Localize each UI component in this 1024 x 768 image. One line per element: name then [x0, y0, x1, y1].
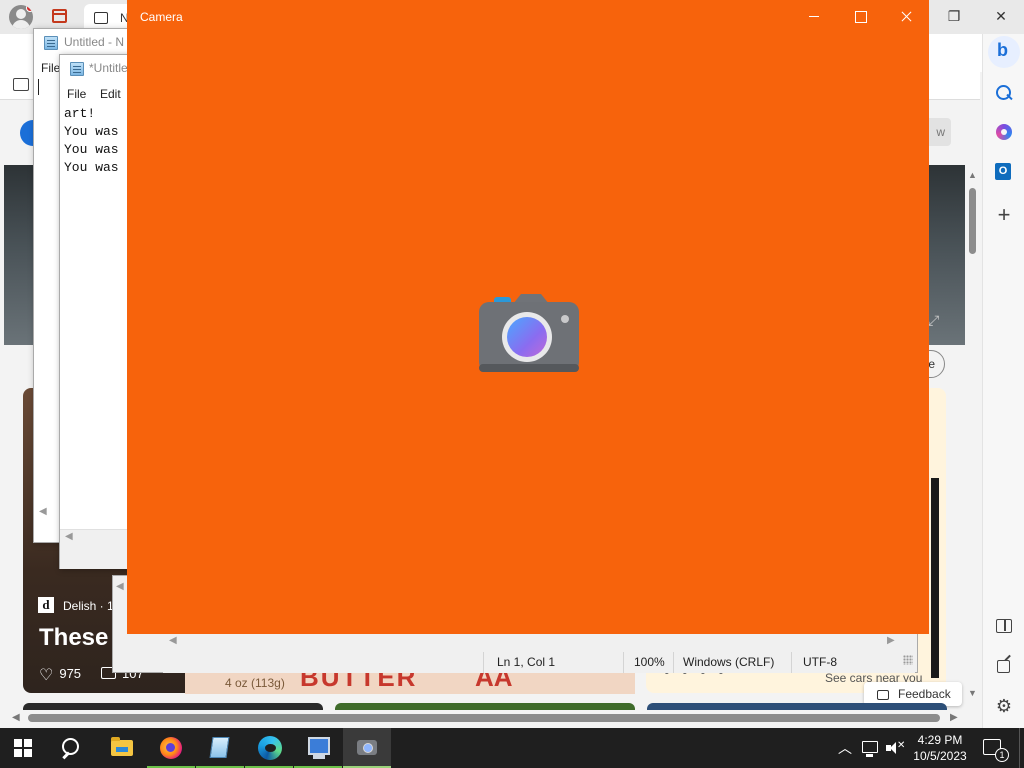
menu-file[interactable]: File: [41, 61, 60, 75]
taskbar-edge[interactable]: [245, 728, 293, 768]
horizontal-scrollbar[interactable]: ◀ ▶: [0, 710, 965, 726]
taskbar-camera[interactable]: [343, 728, 391, 768]
scroll-right-arrow-icon[interactable]: ▶: [887, 635, 895, 646]
bing-letter: b: [997, 40, 1008, 60]
zoom-level: 100%: [634, 655, 665, 669]
taskbar: ︿ ✕ 4:29 PM 10/5/2023 1: [0, 728, 1024, 768]
card-image-strip: 4 oz (113g) BUTTER AA: [185, 672, 635, 694]
vertical-scrollbar[interactable]: ▲ ▼: [965, 168, 981, 703]
line-ending: Windows (CRLF): [683, 655, 775, 669]
card-source[interactable]: Delish · 1: [63, 599, 114, 613]
tab-actions-icon[interactable]: [52, 9, 67, 23]
open-external-icon[interactable]: [992, 654, 1016, 678]
text-line: You was: [64, 142, 119, 157]
maximize-button[interactable]: [837, 0, 883, 32]
notification-dot: [26, 5, 33, 12]
restore-icon[interactable]: ❐: [939, 6, 969, 26]
taskbar-firefox[interactable]: [147, 728, 195, 768]
cursor-position: Ln 1, Col 1: [497, 655, 556, 669]
close-icon[interactable]: ✕: [986, 6, 1016, 26]
card-strip-tail: AA: [475, 672, 513, 692]
notepad-icon: [209, 737, 230, 758]
taskbar-file-explorer[interactable]: [98, 728, 146, 768]
scroll-left-arrow-icon[interactable]: ◀: [12, 710, 20, 726]
split-screen-icon[interactable]: [992, 614, 1016, 638]
folder-icon[interactable]: [13, 78, 29, 91]
source-logo-icon: d: [38, 597, 54, 613]
card-strip-sub: 4 oz (113g): [225, 676, 285, 690]
scroll-left-arrow-icon[interactable]: ◀: [116, 581, 124, 592]
notepad-icon: [70, 62, 84, 76]
like-count: 975: [59, 666, 82, 681]
folder-icon: [111, 737, 133, 756]
edge-icon: [258, 736, 282, 760]
text-line: You was: [64, 124, 119, 139]
background-window-titlebar: ❐ ✕: [929, 0, 1007, 34]
show-hidden-icons-chevron-icon[interactable]: ︿: [838, 738, 852, 768]
tab-page-icon: [94, 12, 108, 24]
start-button[interactable]: [14, 739, 32, 757]
notepad-titlebar[interactable]: Untitled - N: [34, 29, 142, 57]
search-icon[interactable]: [992, 82, 1016, 106]
horizontal-scrollbar[interactable]: ◀ ▶: [163, 633, 913, 650]
scroll-left-arrow-icon[interactable]: ◀: [169, 635, 177, 646]
card-right-image: [931, 478, 939, 678]
encoding: UTF-8: [803, 655, 837, 669]
notepad-icon: [44, 36, 58, 50]
status-separator: [623, 652, 624, 673]
notepad-title: Untitled - N: [64, 35, 125, 49]
camera-window[interactable]: Camera: [127, 0, 929, 634]
edge-sidebar: b + ⚙: [982, 34, 1024, 728]
text-line: You was: [64, 160, 119, 175]
search-icon[interactable]: [60, 737, 84, 761]
status-separator: [483, 652, 484, 673]
profile-icon[interactable]: [9, 5, 33, 29]
scroll-down-arrow-icon[interactable]: ▼: [968, 688, 977, 698]
computer-icon: [308, 737, 330, 759]
add-icon[interactable]: +: [992, 204, 1016, 228]
camera-logo-icon: [479, 294, 579, 372]
notepad-title: *Untitle: [89, 61, 128, 75]
muted-icon: ✕: [897, 740, 906, 751]
scroll-left-arrow-icon[interactable]: ◀: [65, 531, 73, 542]
copilot-icon[interactable]: [992, 120, 1016, 144]
settings-icon[interactable]: ⚙: [992, 694, 1016, 718]
outlook-icon[interactable]: [992, 160, 1016, 184]
camera-title: Camera: [140, 10, 183, 24]
bing-icon[interactable]: b: [988, 36, 1020, 68]
menu-edit[interactable]: Edit: [100, 87, 121, 101]
status-separator: [791, 652, 792, 673]
notification-badge: 1: [995, 748, 1009, 762]
clock-date: 10/5/2023: [913, 749, 967, 763]
scroll-left-arrow-icon[interactable]: ◀: [39, 506, 47, 517]
heart-icon[interactable]: ♡: [39, 667, 53, 684]
status-separator: [673, 652, 674, 673]
expand-icon[interactable]: ⤢: [928, 312, 939, 329]
show-desktop-button[interactable]: [1019, 728, 1020, 768]
text-caret: [38, 79, 39, 95]
firefox-icon: [160, 737, 182, 759]
card-strip-word: BUTTER: [300, 672, 418, 692]
notepad-text-area[interactable]: art! You was You was You was: [64, 105, 119, 177]
scroll-right-arrow-icon[interactable]: ▶: [950, 710, 958, 726]
scroll-up-arrow-icon[interactable]: ▲: [968, 170, 977, 180]
resize-grip-icon[interactable]: [903, 655, 913, 665]
scrollbar-thumb[interactable]: [969, 188, 976, 254]
scrollbar-thumb[interactable]: [28, 714, 940, 722]
camera-icon: [357, 740, 377, 755]
menu-file[interactable]: File: [67, 87, 86, 101]
minimize-button[interactable]: [791, 0, 837, 32]
text-line: art!: [64, 106, 96, 121]
taskbar-notepad[interactable]: [196, 728, 244, 768]
close-button[interactable]: [883, 0, 929, 32]
network-icon[interactable]: [862, 741, 878, 757]
status-bar: Ln 1, Col 1 100% Windows (CRLF) UTF-8: [163, 652, 915, 673]
clock-time: 4:29 PM: [917, 733, 963, 747]
clock[interactable]: 4:29 PM 10/5/2023: [910, 732, 970, 764]
taskbar-this-pc[interactable]: [294, 728, 342, 768]
